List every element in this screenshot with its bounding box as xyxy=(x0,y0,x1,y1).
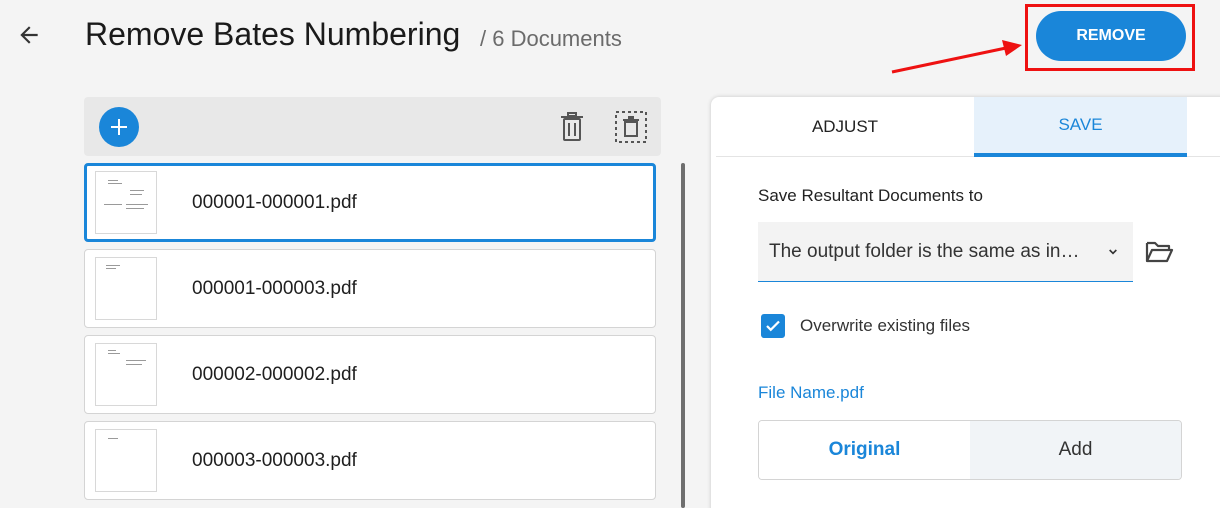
chevron-down-icon xyxy=(1109,249,1117,255)
plus-icon xyxy=(111,119,127,135)
folder-open-icon xyxy=(1145,241,1174,263)
option-original[interactable]: Original xyxy=(759,421,970,479)
tab-adjust[interactable]: ADJUST xyxy=(716,97,974,157)
overwrite-checkbox[interactable] xyxy=(761,314,785,338)
delete-button[interactable] xyxy=(556,111,588,143)
trash-icon xyxy=(561,112,583,141)
file-name: 000001-000003.pdf xyxy=(192,278,357,299)
file-name: 000002-000002.pdf xyxy=(192,364,357,385)
settings-panel: ADJUST SAVE Save Resultant Documents to … xyxy=(711,97,1220,508)
file-item[interactable]: 000002-000002.pdf xyxy=(84,335,656,414)
file-name-mode-toggle: Original Add xyxy=(758,420,1182,480)
panel-tabs: ADJUST SAVE xyxy=(716,97,1220,157)
file-list-toolbar xyxy=(84,97,661,156)
annotation-arrow xyxy=(891,40,1022,74)
file-item-selected[interactable]: 000001-000001.pdf xyxy=(84,163,656,242)
pdf-thumbnail xyxy=(95,429,157,492)
file-item[interactable]: 000001-000003.pdf xyxy=(84,249,656,328)
file-name: 000003-000003.pdf xyxy=(192,450,357,471)
option-add[interactable]: Add xyxy=(970,421,1181,479)
back-button[interactable] xyxy=(14,20,44,50)
overwrite-label: Overwrite existing files xyxy=(800,316,971,335)
remove-button[interactable]: REMOVE xyxy=(1036,11,1186,61)
document-count: / 6 Documents xyxy=(480,26,622,51)
tab-save[interactable]: SAVE xyxy=(974,97,1187,157)
browse-folder-button[interactable] xyxy=(1144,238,1174,266)
pdf-thumbnail xyxy=(95,257,157,320)
check-icon xyxy=(766,320,780,332)
arrow-left-icon xyxy=(20,26,38,44)
pdf-thumbnail xyxy=(95,171,157,234)
page-title: Remove Bates Numbering xyxy=(85,16,461,52)
file-name: 000001-000001.pdf xyxy=(192,192,357,213)
pdf-thumbnail xyxy=(95,343,157,406)
file-list-scrollbar[interactable] xyxy=(681,163,685,508)
output-folder-select[interactable]: The output folder is the same as in… xyxy=(758,222,1133,282)
trash-select-icon xyxy=(615,111,647,143)
save-destination-label: Save Resultant Documents to xyxy=(758,186,983,205)
output-folder-value: The output folder is the same as in… xyxy=(769,240,1080,262)
delete-selected-button[interactable] xyxy=(614,110,648,144)
file-name-label: File Name.pdf xyxy=(758,383,864,402)
file-item[interactable]: 000003-000003.pdf xyxy=(84,421,656,500)
add-file-button[interactable] xyxy=(99,107,139,147)
